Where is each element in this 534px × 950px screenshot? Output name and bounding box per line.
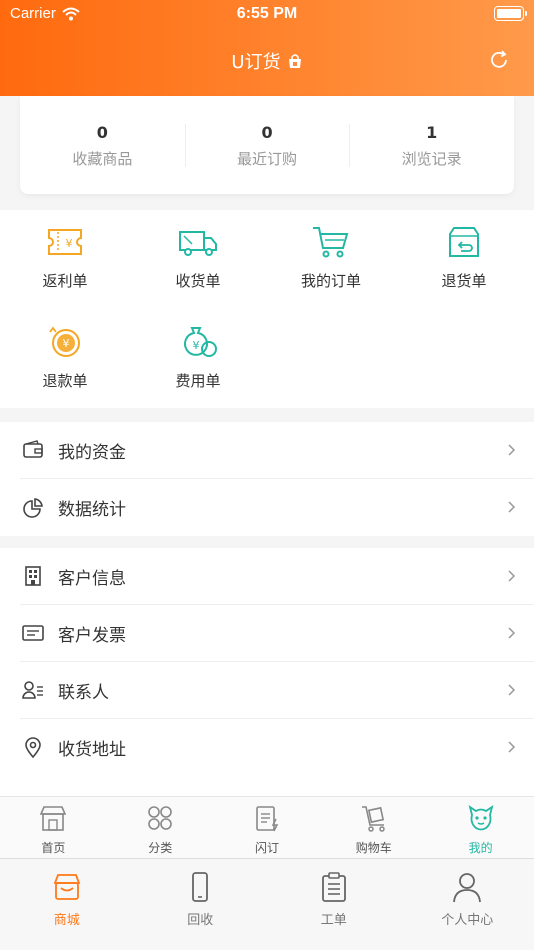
grid-item-return[interactable]: 退货单	[399, 224, 529, 291]
tab-category[interactable]: 分类	[107, 797, 214, 858]
clock: 6:55 PM	[236, 5, 298, 22]
tab-work-order[interactable]: 工单	[267, 859, 401, 950]
tab-label: 工单	[320, 913, 347, 928]
stat-browse-history[interactable]: 1 浏览记录	[349, 122, 514, 169]
tab-mine[interactable]: 我的	[427, 797, 534, 858]
grid-item-receipt[interactable]: 收货单	[133, 224, 263, 291]
invoice-icon	[22, 625, 44, 641]
status-bar: Carrier 6:55 PM	[0, 0, 534, 28]
stat-label: 浏览记录	[401, 149, 462, 168]
chevron-right-icon	[508, 444, 516, 456]
tab-label: 闪订	[254, 841, 279, 855]
menu-group-finance: 我的资金 数据统计	[0, 422, 534, 536]
location-pin-icon	[25, 736, 41, 758]
header-bar: Carrier 6:55 PM U订货	[0, 0, 534, 96]
stat-count: 1	[426, 122, 438, 142]
tab-quick-order[interactable]: 闪订	[214, 797, 321, 858]
wallet-icon	[23, 440, 43, 458]
chevron-right-icon	[508, 627, 516, 639]
stats-card: 0 收藏商品 0 最近订购 1 浏览记录	[20, 96, 514, 194]
clipboard-icon	[321, 872, 346, 902]
stat-favorites[interactable]: 0 收藏商品	[20, 122, 185, 169]
page-title-text: U订货	[231, 52, 281, 73]
shopping-cart-icon	[313, 227, 349, 258]
category-icon	[148, 806, 172, 830]
stat-count: 0	[261, 122, 273, 142]
menu-item-customer-info[interactable]: 客户信息	[20, 548, 534, 605]
tab-personal-center[interactable]: 个人中心	[401, 859, 534, 950]
menu-label: 我的资金	[58, 442, 126, 463]
delivery-truck-icon	[179, 231, 217, 256]
tab-label: 商城	[53, 913, 80, 928]
grid-label: 我的订单	[300, 272, 361, 290]
svg-text:¥: ¥	[66, 237, 73, 250]
tab-label: 我的	[468, 841, 493, 855]
contact-icon	[22, 681, 43, 699]
mall-icon	[53, 874, 81, 900]
grid-label: 退货单	[441, 272, 487, 290]
menu-label: 客户信息	[58, 568, 126, 589]
money-bag-icon: ¥	[184, 327, 217, 357]
battery-icon	[494, 6, 527, 21]
refresh-icon[interactable]	[488, 49, 510, 71]
tab-recycle[interactable]: 回收	[134, 859, 268, 950]
chevron-right-icon	[508, 501, 516, 513]
tab-label: 分类	[148, 841, 173, 855]
grid-item-my-orders[interactable]: 我的订单	[266, 224, 396, 291]
tab-label: 首页	[41, 841, 66, 855]
grid-label: 费用单	[175, 372, 221, 390]
stat-count: 0	[96, 122, 108, 142]
rebate-ticket-icon: ¥	[48, 229, 82, 255]
order-grid: ¥ 返利单 收货单 我的订单 退货单 ¥ 退款单 ¥ 费用单	[0, 210, 534, 408]
store-icon	[40, 806, 67, 831]
chevron-right-icon	[508, 570, 516, 582]
tab-label: 购物车	[355, 841, 392, 855]
page-title: U订货	[0, 48, 534, 74]
menu-item-statistics[interactable]: 数据统计	[20, 479, 534, 536]
building-icon	[25, 566, 41, 586]
stat-recent-orders[interactable]: 0 最近订购	[184, 122, 350, 169]
svg-text:¥: ¥	[193, 339, 200, 352]
grid-item-refund[interactable]: ¥ 退款单	[0, 324, 130, 391]
stat-label: 收藏商品	[72, 149, 133, 168]
grid-label: 收货单	[175, 272, 221, 290]
svg-text:¥: ¥	[63, 337, 70, 350]
quick-order-icon	[256, 806, 279, 832]
return-box-icon	[449, 227, 479, 257]
refund-coin-icon: ¥	[49, 326, 80, 357]
menu-item-customer-invoice[interactable]: 客户发票	[20, 605, 534, 662]
menu-group-customer: 客户信息 客户发票 联系人 收货地址	[0, 548, 534, 796]
grid-item-expense[interactable]: ¥ 费用单	[133, 324, 263, 391]
pie-chart-icon	[23, 497, 43, 518]
mascot-icon	[468, 804, 494, 831]
stat-label: 最近订购	[237, 149, 298, 168]
phone-icon	[192, 872, 209, 902]
menu-item-my-funds[interactable]: 我的资金	[20, 422, 534, 479]
chevron-right-icon	[508, 741, 516, 753]
menu-label: 数据统计	[58, 500, 126, 520]
chevron-right-icon	[508, 684, 516, 696]
menu-label: 客户发票	[58, 625, 126, 646]
menu-label: 联系人	[58, 682, 109, 703]
menu-item-shipping-address[interactable]: 收货地址	[20, 719, 534, 776]
tab-mall[interactable]: 商城	[0, 859, 134, 950]
tab-cart[interactable]: 购物车	[320, 797, 427, 858]
user-icon	[453, 873, 482, 903]
menu-item-contacts[interactable]: 联系人	[20, 662, 534, 719]
inner-tab-bar: 首页 分类 闪订 购物车 我的	[0, 796, 534, 858]
store-bag-icon	[288, 54, 301, 68]
outer-tab-bar: 商城 回收 工单 个人中心	[0, 858, 534, 950]
tab-home[interactable]: 首页	[0, 797, 107, 858]
grid-item-rebate[interactable]: ¥ 返利单	[0, 224, 130, 291]
cart-icon	[361, 806, 385, 832]
tab-label: 回收	[187, 913, 214, 928]
tab-label: 个人中心	[441, 913, 494, 928]
grid-label: 返利单	[42, 272, 88, 290]
menu-label: 收货地址	[58, 740, 126, 760]
grid-label: 退款单	[42, 372, 88, 390]
